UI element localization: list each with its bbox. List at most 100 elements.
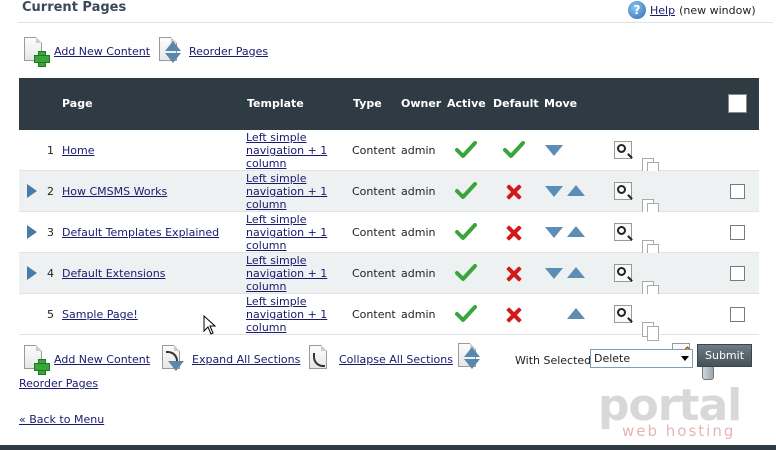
select-all-checkbox[interactable] <box>728 94 747 113</box>
page-link[interactable]: How CMSMS Works <box>62 185 167 198</box>
template-line[interactable]: column <box>246 321 327 334</box>
template-line[interactable]: column <box>246 239 327 252</box>
template-line[interactable]: column <box>246 198 327 211</box>
template-link[interactable]: Left simple navigation + 1 column <box>246 295 327 334</box>
template-link[interactable]: Left simple navigation + 1 column <box>246 172 327 211</box>
active-toggle[interactable] <box>455 223 477 244</box>
template-line[interactable]: Left simple <box>246 213 327 226</box>
back-to-menu-link[interactable]: « Back to Menu <box>19 413 104 426</box>
row-checkbox[interactable] <box>730 225 745 240</box>
expand-row-icon[interactable] <box>27 266 37 280</box>
row-checkbox[interactable] <box>730 307 745 322</box>
row-owner: admin <box>401 308 436 321</box>
default-toggle[interactable] <box>503 141 525 162</box>
template-link[interactable]: Left simple navigation + 1 column <box>246 131 327 170</box>
row-checkbox[interactable] <box>730 184 745 199</box>
template-line[interactable]: Left simple <box>246 131 327 144</box>
expand-row-icon[interactable] <box>27 225 37 239</box>
table-body: 1 Home Left simple navigation + 1 column Cont… <box>19 130 759 380</box>
move-down-icon[interactable] <box>545 268 563 279</box>
expand-all-link[interactable]: Expand All Sections <box>192 353 300 366</box>
row-number: 2 <box>47 185 54 198</box>
x-icon <box>506 184 522 200</box>
check-icon <box>503 141 525 158</box>
row-type: Content <box>352 185 396 198</box>
row-checkbox[interactable] <box>730 266 745 281</box>
template-line[interactable]: column <box>246 280 327 293</box>
view-icon[interactable] <box>614 305 632 323</box>
table-header: Page Template Type Owner Active Default … <box>19 78 759 130</box>
collapse-all-sections[interactable]: Collapse All Sections <box>307 345 453 373</box>
template-line[interactable]: Left simple <box>246 254 327 267</box>
template-line[interactable]: Left simple <box>246 295 327 308</box>
move-up-icon[interactable] <box>567 226 585 237</box>
template-line[interactable]: navigation + 1 <box>246 267 327 280</box>
template-line[interactable]: navigation + 1 <box>246 308 327 321</box>
add-content-icon <box>22 37 50 67</box>
move-up-icon[interactable] <box>567 267 585 278</box>
default-toggle[interactable] <box>506 266 522 282</box>
view-icon[interactable] <box>614 182 632 200</box>
add-new-content-top[interactable]: Add New Content <box>22 37 150 67</box>
page-link[interactable]: Default Extensions <box>62 267 165 280</box>
template-line[interactable]: navigation + 1 <box>246 144 327 157</box>
page-link[interactable]: Sample Page! <box>62 308 138 321</box>
title-divider <box>18 22 773 23</box>
copy-icon[interactable] <box>642 322 660 342</box>
add-new-content-bottom[interactable]: Add New Content <box>22 345 150 375</box>
portal-tagline: web hosting <box>622 422 736 440</box>
move-down-icon[interactable] <box>545 227 563 238</box>
expand-row-icon[interactable] <box>27 184 37 198</box>
active-toggle[interactable] <box>455 182 477 203</box>
reorder-pages-top[interactable]: Reorder Pages <box>157 37 268 65</box>
default-toggle[interactable] <box>506 184 522 200</box>
active-toggle[interactable] <box>455 305 477 326</box>
template-link[interactable]: Left simple navigation + 1 column <box>246 213 327 252</box>
page-link[interactable]: Default Templates Explained <box>62 226 219 239</box>
mouse-cursor-icon <box>203 315 217 335</box>
template-link[interactable]: Left simple navigation + 1 column <box>246 254 327 293</box>
add-new-content-link[interactable]: Add New Content <box>54 45 150 58</box>
default-toggle[interactable] <box>506 225 522 241</box>
add-new-content-link[interactable]: Add New Content <box>54 353 150 366</box>
col-active: Active <box>447 97 486 110</box>
with-selected-label: With Selected: <box>515 354 595 367</box>
row-type: Content <box>352 226 396 239</box>
default-toggle[interactable] <box>506 307 522 323</box>
check-icon <box>455 182 477 199</box>
view-icon[interactable] <box>614 223 632 241</box>
submit-button[interactable]: Submit <box>697 344 752 367</box>
page-link[interactable]: Home <box>62 144 94 157</box>
help-area: ? Help (new window) <box>628 1 756 19</box>
active-toggle[interactable] <box>455 141 477 162</box>
reorder-pages-link[interactable]: Reorder Pages <box>189 45 268 58</box>
bulk-action-select[interactable]: Delete <box>590 349 693 368</box>
move-up-icon[interactable] <box>567 185 585 196</box>
row-number: 3 <box>47 226 54 239</box>
table-row: 4 Default Extensions Left simple navigation… <box>19 253 759 320</box>
col-owner: Owner <box>401 97 442 110</box>
help-icon[interactable]: ? <box>628 1 646 19</box>
move-down-icon[interactable] <box>545 186 563 197</box>
template-line[interactable]: navigation + 1 <box>246 185 327 198</box>
col-type: Type <box>353 97 382 110</box>
reorder-icon <box>157 37 181 65</box>
view-icon[interactable] <box>614 264 632 282</box>
row-type: Content <box>352 267 396 280</box>
move-down-icon[interactable] <box>545 145 563 156</box>
template-line[interactable]: navigation + 1 <box>246 226 327 239</box>
help-link[interactable]: Help <box>650 4 675 17</box>
move-up-icon[interactable] <box>567 308 585 319</box>
view-icon[interactable] <box>614 141 632 159</box>
active-toggle[interactable] <box>455 264 477 285</box>
reorder-pages-link-bottom[interactable]: Reorder Pages <box>19 377 98 390</box>
reorder-icon <box>456 343 480 371</box>
pages-table: Page Template Type Owner Active Default … <box>19 78 759 380</box>
reorder-icon-bottom[interactable] <box>456 343 480 371</box>
check-icon <box>455 305 477 322</box>
template-line[interactable]: column <box>246 157 327 170</box>
expand-all-sections[interactable]: Expand All Sections <box>160 345 300 373</box>
collapse-all-link[interactable]: Collapse All Sections <box>339 353 453 366</box>
check-icon <box>455 264 477 281</box>
template-line[interactable]: Left simple <box>246 172 327 185</box>
